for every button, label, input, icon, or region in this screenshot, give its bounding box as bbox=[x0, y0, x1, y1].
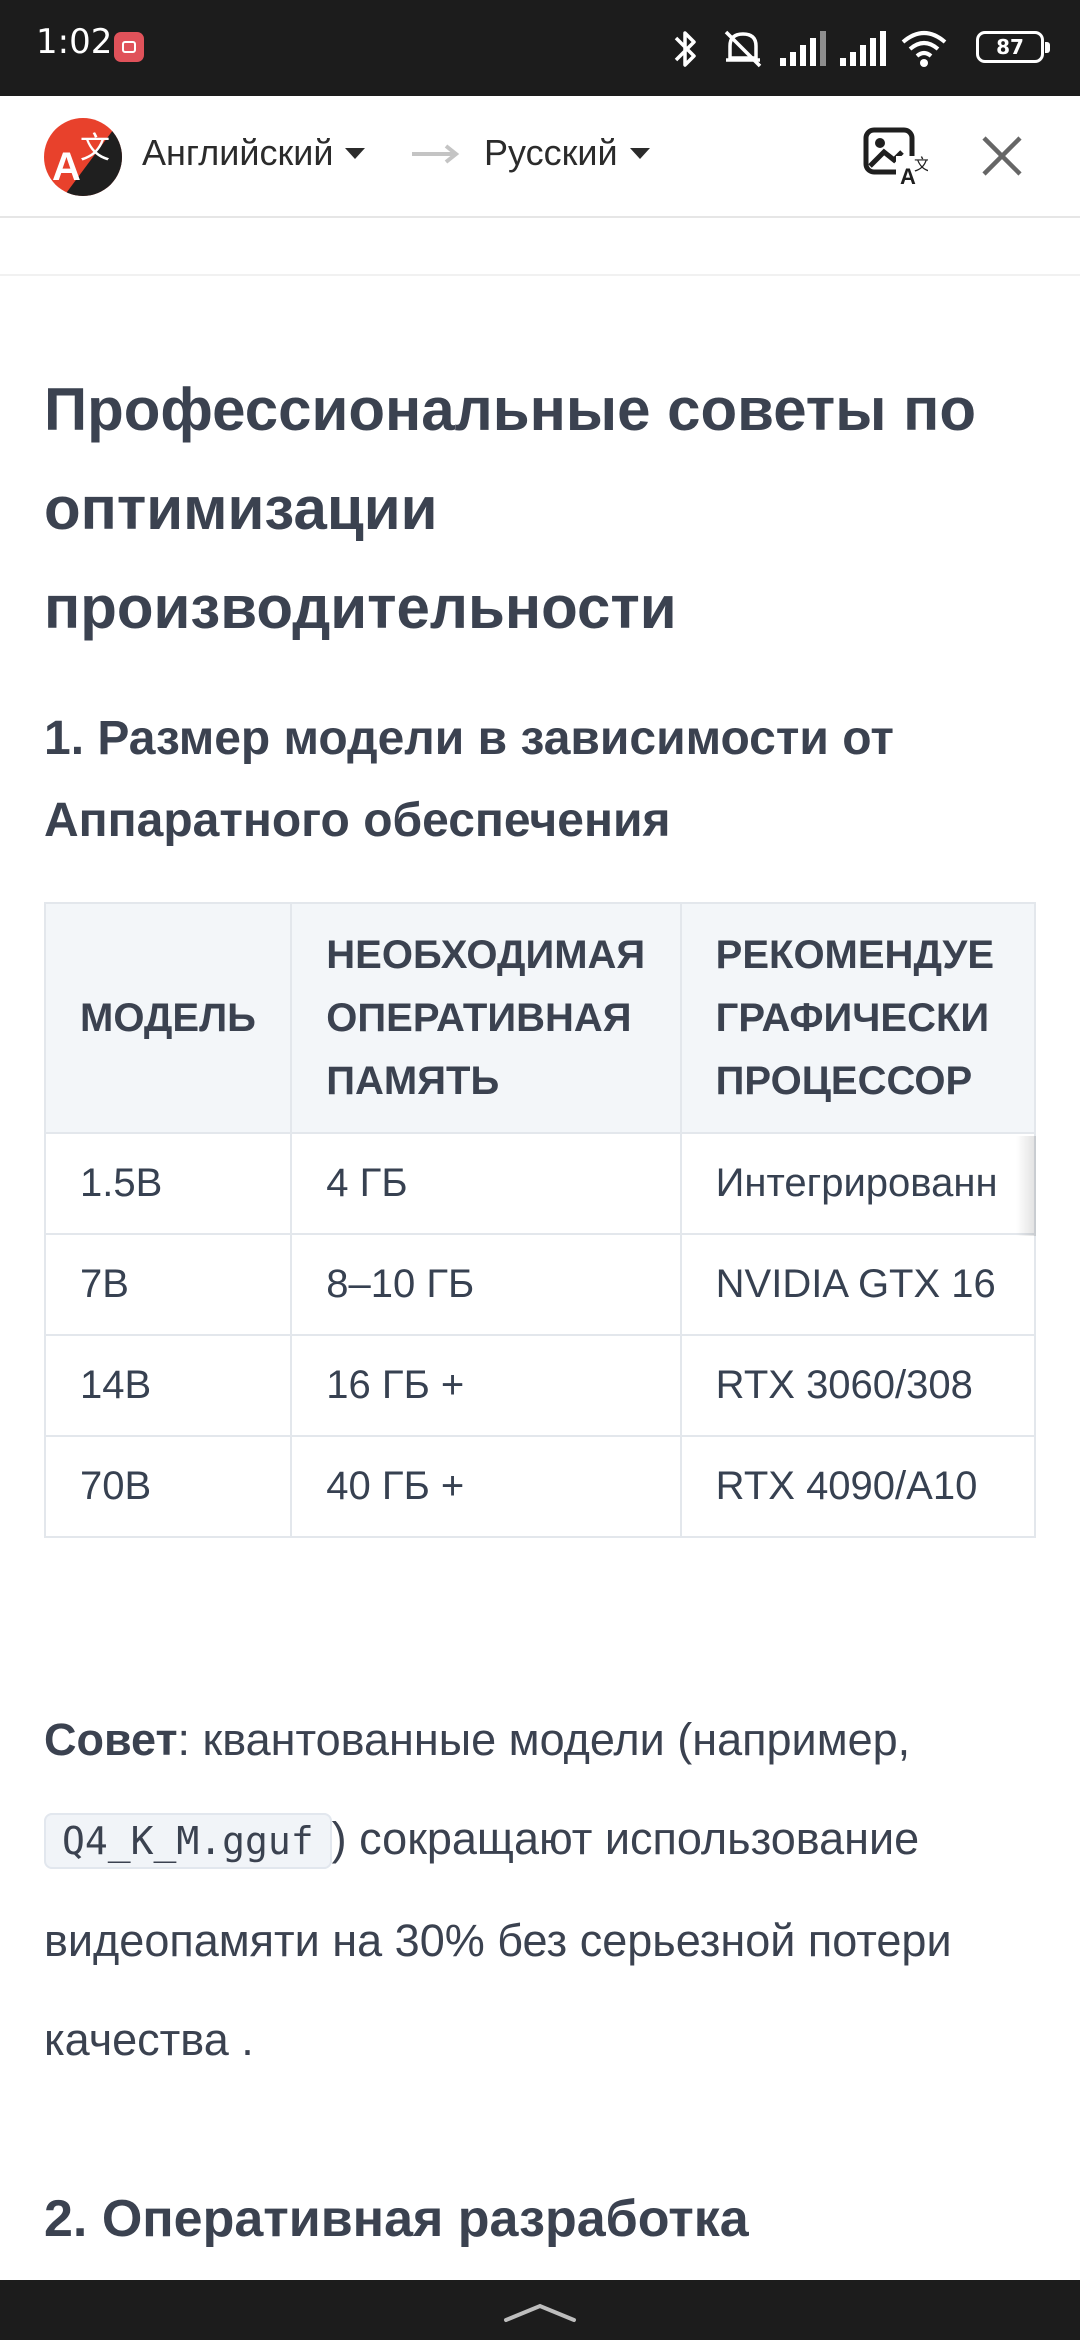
navigation-bar bbox=[0, 2280, 1080, 2340]
header-line: ПАМЯТЬ bbox=[326, 1058, 500, 1103]
header-line: ПРОЦЕССОР bbox=[715, 1058, 973, 1103]
table-cell: Интегрированн bbox=[679, 1132, 1036, 1235]
translate-app-logo[interactable]: A 文 bbox=[44, 118, 122, 196]
source-language-label: Английский bbox=[142, 132, 334, 173]
arrow-right-icon bbox=[412, 144, 460, 164]
chevron-up-icon[interactable] bbox=[500, 2296, 580, 2326]
table-header-cell: НЕОБХОДИМАЯ ОПЕРАТИВНАЯ ПАМЯТЬ bbox=[290, 902, 682, 1134]
translate-logo-icon: A 文 bbox=[44, 118, 122, 196]
translate-toolbar: A 文 Английский Русский A 文 bbox=[0, 96, 1080, 218]
table-cell: RTX 3060/308 bbox=[679, 1334, 1036, 1437]
table-header-cell: РЕКОМЕНДУЕ ГРАФИЧЕСКИ ПРОЦЕССОР bbox=[679, 902, 1036, 1134]
signal-icon bbox=[840, 31, 886, 66]
table-scroll-indicator bbox=[1016, 1136, 1036, 1236]
tip-text-before: : квантованные модели (например, bbox=[177, 1714, 911, 1765]
next-section-heading: 2. Оперативная разработка bbox=[44, 2190, 749, 2248]
table-header-cell: МОДЕЛЬ bbox=[44, 902, 293, 1134]
chevron-down-icon bbox=[629, 147, 650, 159]
table-cell: 70B bbox=[44, 1435, 293, 1538]
header-line: РЕКОМЕНДУЕ bbox=[715, 932, 994, 977]
header-line: МОДЕЛЬ bbox=[80, 995, 256, 1040]
source-language-dropdown[interactable]: Английский bbox=[142, 132, 366, 174]
signal-icon bbox=[780, 31, 826, 66]
close-icon[interactable] bbox=[978, 132, 1026, 180]
table-cell: 16 ГБ + bbox=[290, 1334, 682, 1437]
image-translate-icon[interactable]: A 文 bbox=[862, 126, 928, 188]
table-cell: 8–10 ГБ bbox=[290, 1233, 682, 1336]
article-heading: Профессиональные советы по оптимизации п… bbox=[44, 376, 976, 641]
divider bbox=[0, 274, 1080, 276]
bluetooth-icon bbox=[674, 31, 696, 67]
battery-icon: 87 bbox=[976, 31, 1050, 63]
table-cell: RTX 4090/A10 bbox=[679, 1435, 1036, 1538]
table-row: 1.5B 4 ГБ Интегрированн bbox=[44, 1132, 1036, 1235]
svg-text:文: 文 bbox=[80, 131, 110, 166]
status-bar: 1:02 87 bbox=[0, 0, 1080, 96]
table-row: 14B 16 ГБ + RTX 3060/308 bbox=[44, 1334, 1036, 1437]
target-language-label: Русский bbox=[484, 132, 618, 173]
table-header-row: МОДЕЛЬ НЕОБХОДИМАЯ ОПЕРАТИВНАЯ ПАМЯТЬ РЕ… bbox=[44, 902, 1036, 1134]
chevron-down-icon bbox=[345, 147, 366, 159]
header-line: НЕОБХОДИМАЯ bbox=[326, 932, 646, 977]
svg-text:A: A bbox=[52, 145, 81, 189]
status-time: 1:02 bbox=[36, 22, 113, 62]
mute-icon bbox=[724, 30, 762, 68]
inline-code: Q4_K_M.gguf bbox=[44, 1813, 332, 1869]
table-cell: 40 ГБ + bbox=[290, 1435, 682, 1538]
notification-app-icon bbox=[114, 32, 144, 62]
hardware-table[interactable]: МОДЕЛЬ НЕОБХОДИМАЯ ОПЕРАТИВНАЯ ПАМЯТЬ РЕ… bbox=[44, 902, 1036, 1542]
table-cell: NVIDIA GTX 16 bbox=[679, 1233, 1036, 1336]
article-subheading: 1. Размер модели в зависимости от Аппара… bbox=[44, 712, 894, 847]
target-language-dropdown[interactable]: Русский bbox=[484, 132, 650, 174]
table-cell: 1.5B bbox=[44, 1132, 293, 1235]
table-cell: 7B bbox=[44, 1233, 293, 1336]
header-line: ОПЕРАТИВНАЯ bbox=[326, 995, 632, 1040]
table-cell: 4 ГБ bbox=[290, 1132, 682, 1235]
table-row: 70B 40 ГБ + RTX 4090/A10 bbox=[44, 1435, 1036, 1538]
tip-label: Совет bbox=[44, 1714, 178, 1765]
svg-text:文: 文 bbox=[914, 155, 928, 174]
table-cell: 14B bbox=[44, 1334, 293, 1437]
table-row: 7B 8–10 ГБ NVIDIA GTX 16 bbox=[44, 1233, 1036, 1336]
wifi-icon bbox=[901, 31, 947, 67]
tip-paragraph: Совет: квантованные модели (например, Q4… bbox=[44, 1690, 1044, 2089]
header-line: ГРАФИЧЕСКИ bbox=[715, 995, 990, 1040]
